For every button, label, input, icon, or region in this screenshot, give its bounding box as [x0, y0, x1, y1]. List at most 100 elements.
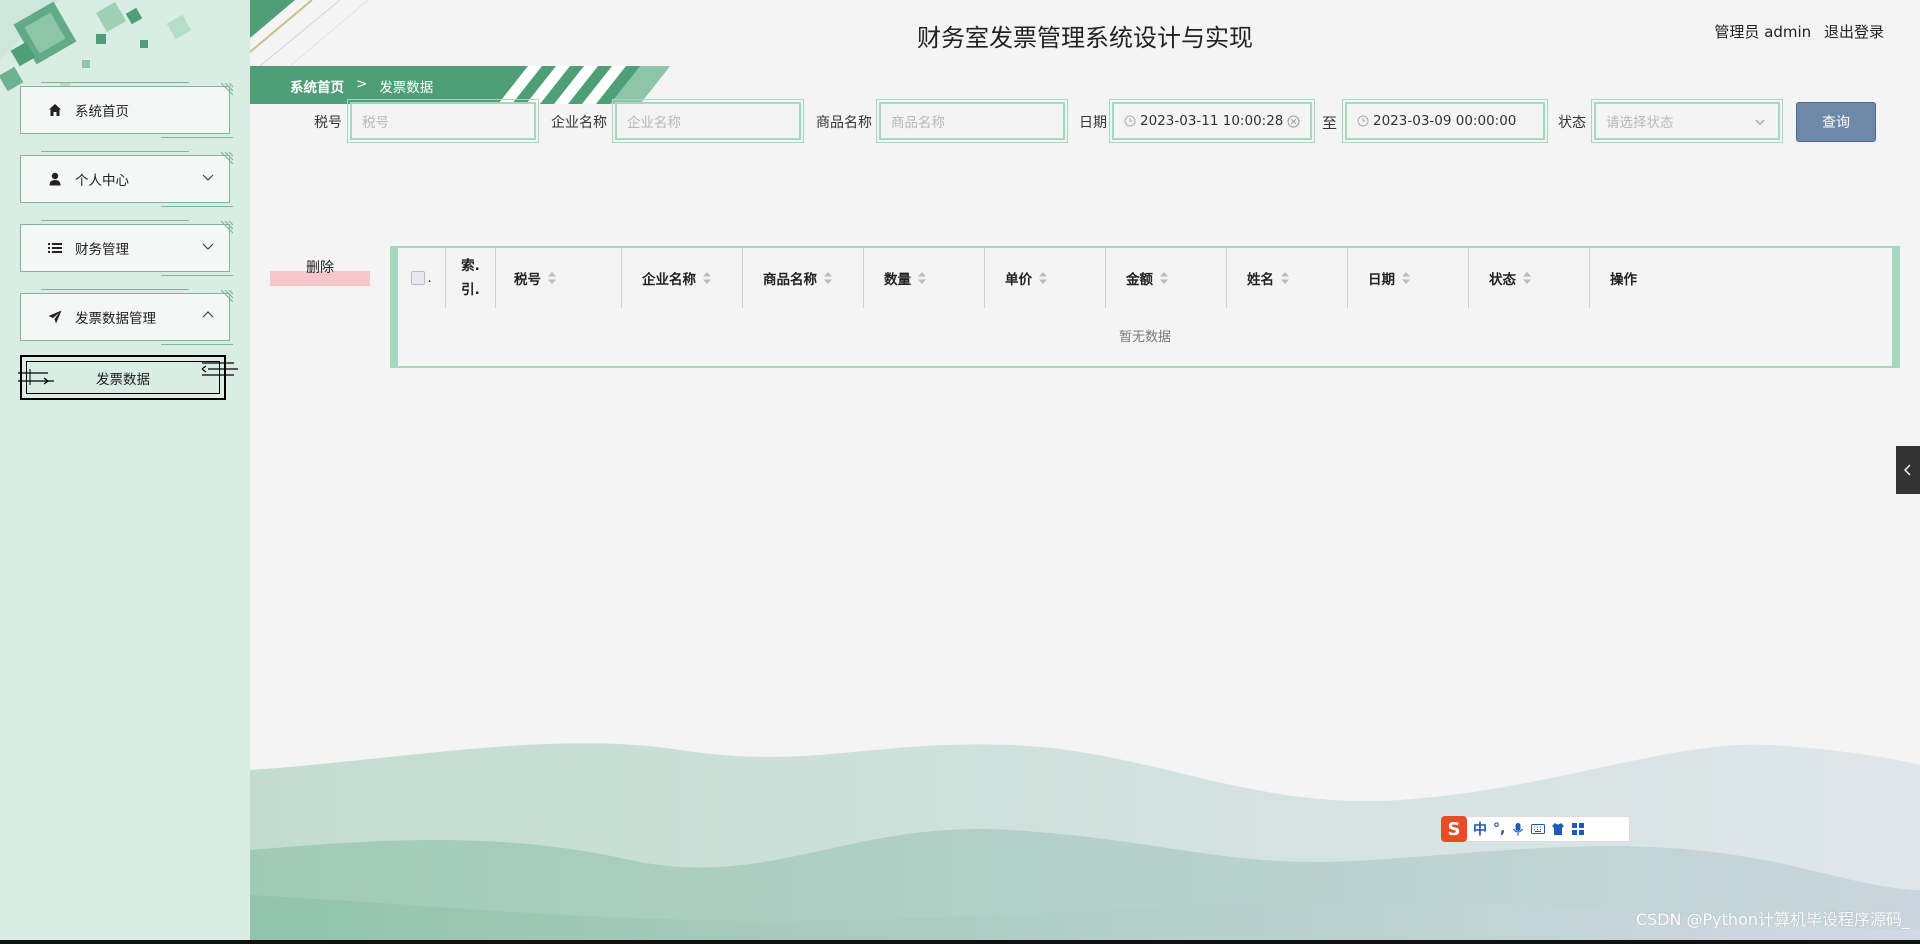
breadcrumb-current: 发票数据 [379, 80, 434, 96]
column-header-label: 税号 [514, 272, 541, 288]
ime-toolbar[interactable]: S 中 °, [1441, 816, 1630, 842]
sort-icon[interactable] [547, 272, 557, 284]
corner-decoration [220, 290, 233, 303]
column-header-status[interactable]: 状态 [1469, 248, 1590, 308]
sort-icon[interactable] [1401, 272, 1411, 284]
chevron-up-icon [202, 311, 214, 318]
send-icon [47, 309, 63, 325]
company-placeholder: 企业名称 [627, 115, 681, 131]
query-button[interactable]: 查询 [1796, 102, 1876, 142]
sidebar-item-finance[interactable]: 财务管理 [20, 220, 233, 276]
table-empty-text: 暂无数据 [1118, 330, 1171, 345]
column-header-label: 数量 [884, 272, 911, 288]
sidebar-item-label: 系统首页 [75, 104, 129, 120]
chevron-left-icon [1904, 464, 1911, 476]
toolbox-icon[interactable] [1571, 822, 1585, 836]
status-label: 状态 [1558, 115, 1586, 131]
logout-link[interactable]: 退出登录 [1824, 23, 1884, 41]
date-start-value: 2023-03-11 10:00:28 [1140, 113, 1284, 129]
breadcrumb-home[interactable]: 系统首页 [290, 76, 344, 96]
sidebar-item-invoice-management[interactable]: 发票数据管理 [20, 289, 233, 345]
date-label: 日期 [1079, 115, 1107, 131]
column-header-quantity[interactable]: 数量 [864, 248, 985, 308]
sort-icon[interactable] [823, 272, 833, 284]
date-range-separator: 至 [1322, 114, 1338, 132]
sidebar-item-home[interactable]: 系统首页 [20, 82, 233, 138]
sidebar-item-label: 发票数据管理 [75, 311, 156, 327]
column-header-amount[interactable]: 金额 [1106, 248, 1227, 308]
column-header-label: 单价 [1005, 272, 1032, 288]
list-icon [47, 240, 63, 256]
index-header-line1: 索. [461, 258, 480, 274]
company-label: 企业名称 [551, 115, 607, 131]
arrow-decoration [201, 362, 238, 376]
keyboard-icon[interactable] [1531, 822, 1546, 836]
sidebar-item-label: 财务管理 [75, 242, 129, 258]
column-header-label: 商品名称 [763, 272, 817, 288]
column-header-label: 状态 [1489, 272, 1516, 288]
bottom-scrollbar[interactable] [0, 940, 1920, 944]
user-role-label: 管理员 admin [1714, 23, 1812, 41]
sort-icon[interactable] [1280, 272, 1290, 284]
column-header-name[interactable]: 姓名 [1227, 248, 1348, 308]
microphone-icon[interactable] [1511, 822, 1525, 836]
sort-icon[interactable] [1038, 272, 1048, 284]
status-placeholder: 请选择状态 [1606, 115, 1674, 131]
column-header-tax[interactable]: 税号 [496, 248, 622, 308]
main-content: 财务室发票管理系统设计与实现 管理员 admin 退出登录 系统首页 > 发票数… [250, 0, 1920, 940]
select-all-column: . [398, 248, 446, 308]
user-icon [47, 171, 63, 187]
index-column: 索. 引. [446, 248, 496, 308]
skin-icon[interactable] [1551, 822, 1565, 836]
index-header-line2: 引. [461, 282, 480, 298]
arrow-decoration [18, 369, 54, 385]
column-header-actions: 操作 [1590, 248, 1896, 308]
date-end-input[interactable]: 2023-03-09 00:00:00 [1342, 99, 1548, 143]
user-area: 管理员 admin 退出登录 [1706, 21, 1884, 42]
ime-punct[interactable]: °, [1493, 821, 1505, 837]
ime-logo: S [1441, 816, 1467, 842]
column-header-label: 金额 [1126, 272, 1153, 288]
chevron-down-icon [202, 174, 214, 181]
date-start-input[interactable]: 2023-03-11 10:00:28 [1109, 99, 1315, 143]
delete-button[interactable]: 删除 [270, 253, 370, 286]
column-header-product[interactable]: 商品名称 [743, 248, 864, 308]
sidebar-item-personal[interactable]: 个人中心 [20, 151, 233, 207]
table-header: . 索. 引. 税号 企业名称 商品名称 数量 单价 金额 姓名 日期 状态 操… [398, 248, 1892, 308]
search-form: 税号 税号 企业名称 企业名称 商品名称 商品名称 日期 2023-03-11 … [250, 99, 1920, 143]
breadcrumb: 系统首页 > 发票数据 [290, 76, 433, 96]
select-all-checkbox[interactable] [411, 271, 426, 285]
corner-decoration [220, 221, 233, 234]
collapse-panel-tab[interactable] [1896, 446, 1920, 494]
product-input[interactable]: 商品名称 [876, 99, 1068, 143]
watermark: CSDN @Python计算机毕设程序源码_ [1635, 910, 1910, 929]
delete-button-label: 删除 [306, 260, 334, 276]
product-placeholder: 商品名称 [891, 115, 945, 131]
sort-icon[interactable] [1522, 272, 1532, 284]
corner-decoration [220, 83, 233, 96]
column-header-label: 姓名 [1247, 272, 1274, 288]
column-header-date[interactable]: 日期 [1348, 248, 1469, 308]
tax-label: 税号 [314, 115, 342, 131]
product-label: 商品名称 [816, 115, 872, 131]
tax-placeholder: 税号 [362, 115, 389, 131]
column-header-company[interactable]: 企业名称 [622, 248, 743, 308]
sort-icon[interactable] [1159, 272, 1169, 284]
column-header-unit-price[interactable]: 单价 [985, 248, 1106, 308]
sidebar-item-label: 个人中心 [75, 173, 129, 189]
column-header-label: 操作 [1610, 272, 1637, 288]
breadcrumb-separator: > [356, 76, 368, 92]
sidebar-subitem-label: 发票数据 [96, 371, 150, 388]
chevron-down-icon [202, 243, 214, 250]
company-input[interactable]: 企业名称 [612, 99, 804, 143]
chevron-down-icon [1755, 119, 1765, 125]
status-select[interactable]: 请选择状态 [1591, 99, 1783, 143]
sidebar-subitem-invoice-data[interactable]: 发票数据 [18, 355, 238, 400]
sidebar: 系统首页 个人中心 财务管理 发票数据管理 发票数据 [0, 0, 250, 940]
clear-icon[interactable] [1287, 115, 1300, 128]
sort-icon[interactable] [917, 272, 927, 284]
ime-lang[interactable]: 中 [1473, 819, 1487, 839]
corner-decoration [220, 152, 233, 165]
tax-input[interactable]: 税号 [347, 99, 539, 143]
sort-icon[interactable] [702, 272, 712, 284]
